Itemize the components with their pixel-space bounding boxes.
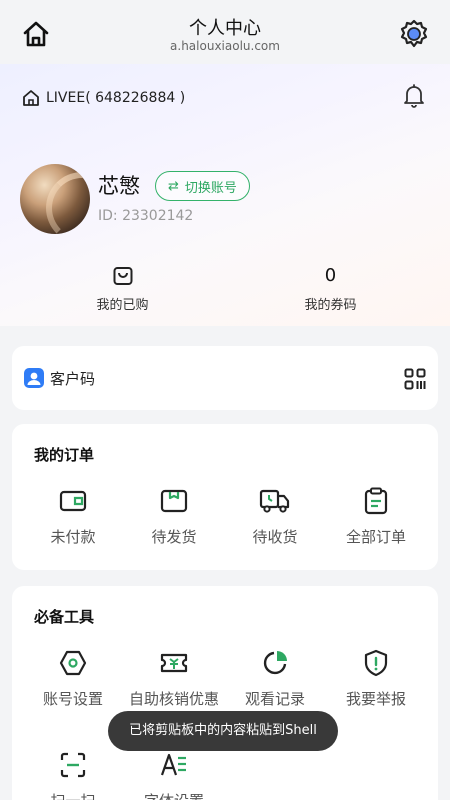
package-icon <box>124 486 224 516</box>
tool-self-verify[interactable]: 自助核销优惠 <box>124 648 224 709</box>
scan-icon <box>23 750 123 780</box>
order-item-label: 待发货 <box>151 528 197 546</box>
tool-font-settings[interactable]: 字体设置 <box>124 750 224 800</box>
store-label: LIVEE( 648226884 ) <box>46 90 186 106</box>
tool-watch-history[interactable]: 观看记录 <box>225 648 325 709</box>
order-to-ship[interactable]: 待发货 <box>124 486 224 547</box>
bell-icon[interactable] <box>400 82 428 110</box>
customer-code-label: 客户码 <box>50 370 96 388</box>
store-row[interactable]: LIVEE( 648226884 ) <box>22 86 185 110</box>
toast-message: 已将剪贴板中的内容粘贴到Shell <box>108 711 338 751</box>
ticket-icon <box>124 648 224 678</box>
swap-icon: ⇄ <box>168 178 179 194</box>
bag-icon <box>10 264 235 288</box>
tools-title: 必备工具 <box>34 608 95 626</box>
profile-header: LIVEE( 648226884 ) 芯慜 ⇄ 切换账号 ID: 2330214… <box>0 64 450 326</box>
page-title: 个人中心 <box>189 18 261 39</box>
stat-coupons-count: 0 <box>324 265 337 286</box>
username: 芯慜 <box>98 174 140 198</box>
order-unpaid[interactable]: 未付款 <box>23 486 123 547</box>
qr-code-icon[interactable] <box>404 368 426 390</box>
stat-purchased[interactable]: 我的已购 <box>10 264 235 313</box>
customer-code-card[interactable]: 客户码 <box>12 346 438 410</box>
order-to-receive[interactable]: 待收货 <box>225 486 325 547</box>
font-size-icon <box>124 750 224 780</box>
orders-card: 我的订单 未付款 待发货 待收货 全部订单 <box>12 424 438 570</box>
tool-item-label: 自助核销优惠 <box>128 690 219 708</box>
tool-account-settings[interactable]: 账号设置 <box>23 648 123 709</box>
order-item-label: 待收货 <box>252 528 298 546</box>
switch-account-button[interactable]: ⇄ 切换账号 <box>155 171 250 201</box>
avatar[interactable] <box>20 164 90 234</box>
hexagon-settings-icon <box>23 648 123 678</box>
tool-item-label: 账号设置 <box>42 690 103 708</box>
order-item-label: 全部订单 <box>345 528 406 546</box>
top-bar: 个人中心 a.halouxiaolu.com <box>0 0 450 64</box>
stat-coupons-label: 我的券码 <box>304 298 357 313</box>
gear-icon[interactable] <box>398 18 430 50</box>
clipboard-icon <box>326 486 426 516</box>
orders-title: 我的订单 <box>34 446 95 464</box>
truck-icon <box>225 486 325 516</box>
person-badge-icon <box>24 368 44 388</box>
tools-card: 必备工具 账号设置 自助核销优惠 观看记录 我要举报 <box>12 586 438 800</box>
stat-purchased-label: 我的已购 <box>96 298 149 313</box>
report-shield-icon <box>326 648 426 678</box>
tool-item-label: 字体设置 <box>124 790 224 800</box>
order-item-label: 未付款 <box>50 528 96 546</box>
tool-item-label: 扫一扫 <box>23 790 123 800</box>
wallet-icon <box>23 486 123 516</box>
store-home-icon <box>23 90 39 106</box>
tool-report[interactable]: 我要举报 <box>326 648 426 709</box>
tool-item-label: 观看记录 <box>244 690 305 708</box>
page-domain: a.halouxiaolu.com <box>170 39 280 53</box>
switch-account-label: 切换账号 <box>184 180 237 196</box>
user-id: ID: 23302142 <box>98 208 194 224</box>
tool-item-label: 我要举报 <box>345 690 406 708</box>
pie-chart-icon <box>225 648 325 678</box>
order-all[interactable]: 全部订单 <box>326 486 426 547</box>
tool-scan[interactable]: 扫一扫 <box>23 750 123 800</box>
stat-coupons[interactable]: 0 我的券码 <box>218 264 443 313</box>
